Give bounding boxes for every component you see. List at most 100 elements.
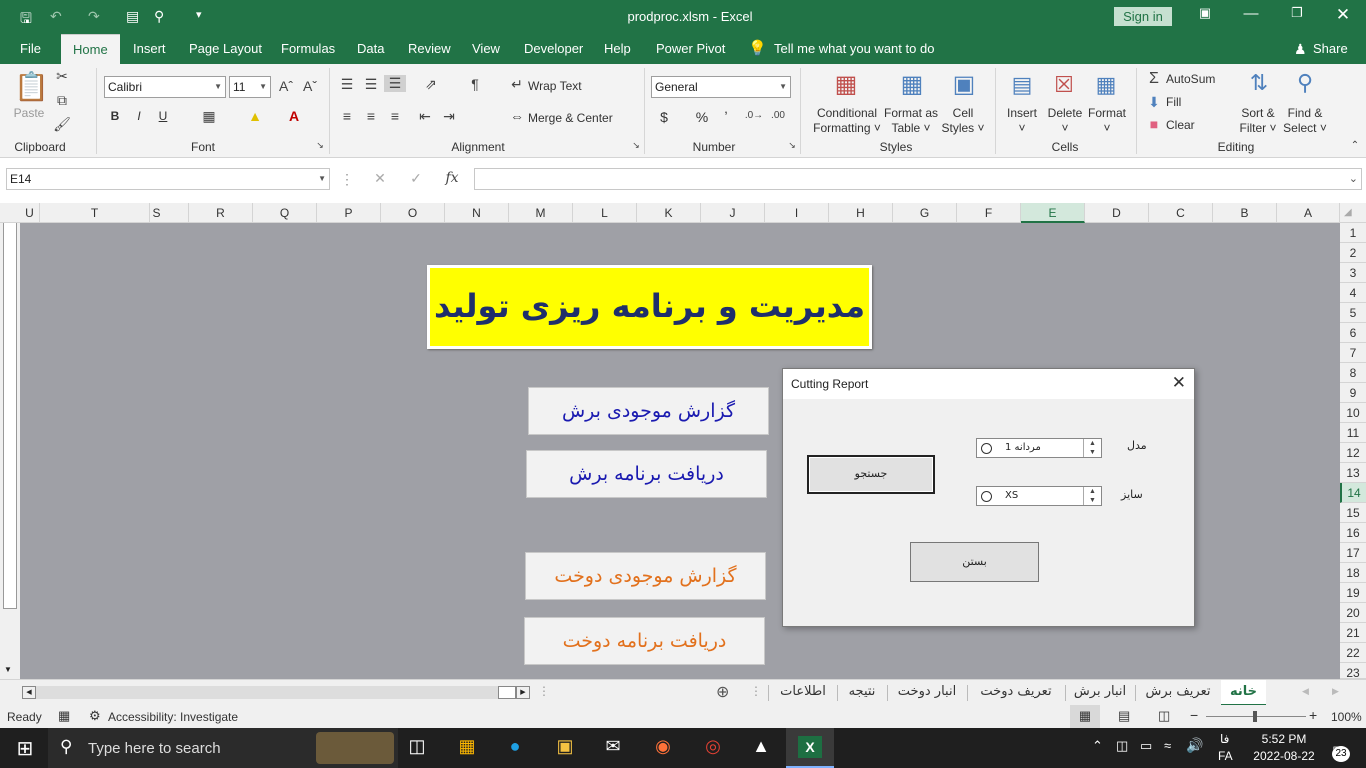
row-header[interactable]: 6: [1340, 323, 1366, 343]
column-header[interactable]: B: [1213, 203, 1277, 223]
excel-taskbar-button[interactable]: X: [786, 728, 834, 768]
format-painter-icon[interactable]: 🖌: [52, 116, 72, 133]
zoom-out-icon[interactable]: −: [1190, 707, 1198, 723]
row-header[interactable]: 18: [1340, 563, 1366, 583]
font-dialog-launcher-icon[interactable]: ↘: [314, 140, 326, 151]
format-as-table-button[interactable]: Format as Table ˅: [880, 106, 942, 136]
accessibility-status[interactable]: Accessibility: Investigate: [108, 710, 238, 724]
collapse-ribbon-icon[interactable]: ⌃: [1348, 140, 1362, 151]
column-header[interactable]: O: [381, 203, 445, 223]
bold-button[interactable]: B: [108, 109, 122, 124]
align-bottom-icon[interactable]: ☰: [384, 75, 406, 92]
undo-icon[interactable]: ↶: [50, 8, 62, 25]
save-icon[interactable]: 🖫: [20, 8, 32, 32]
column-header[interactable]: G: [893, 203, 957, 223]
network-icon[interactable]: ≈: [1164, 738, 1171, 753]
horizontal-scroll-track[interactable]: [36, 686, 498, 699]
fill-button[interactable]: Fill: [1166, 95, 1181, 109]
row-header[interactable]: 8: [1340, 363, 1366, 383]
photos-icon[interactable]: ▲: [748, 736, 774, 760]
model-spinner[interactable]: مردانه 1 ▲ ▼: [976, 438, 1102, 458]
column-header[interactable]: K: [637, 203, 701, 223]
row-header[interactable]: 10: [1340, 403, 1366, 423]
share-button[interactable]: Share: [1313, 34, 1348, 64]
decrease-decimal-icon[interactable]: .00: [768, 110, 788, 121]
dialog-close-icon[interactable]: ✕: [1172, 373, 1186, 393]
shrink-font-icon[interactable]: Aˇ: [302, 78, 318, 94]
increase-decimal-icon[interactable]: .0→: [744, 110, 764, 121]
align-top-icon[interactable]: ☰: [338, 76, 356, 93]
borders-icon[interactable]: ▦: [200, 108, 218, 125]
font-color-icon[interactable]: A: [285, 108, 303, 124]
sheet-tab-info[interactable]: اطلاعات: [770, 680, 836, 706]
column-header[interactable]: F: [957, 203, 1021, 223]
sheet-tab-cutting-warehouse[interactable]: انبار برش: [1066, 680, 1134, 706]
close-dialog-button[interactable]: بستن: [910, 542, 1039, 582]
tab-developer[interactable]: Developer: [524, 34, 583, 64]
tab-home[interactable]: Home: [61, 34, 120, 64]
align-right-icon[interactable]: ≡: [386, 108, 404, 124]
search-button[interactable]: جستجو: [807, 455, 935, 494]
autosum-button[interactable]: AutoSum: [1166, 72, 1215, 86]
firefox-icon[interactable]: ◉: [650, 736, 676, 760]
number-dialog-launcher-icon[interactable]: ↘: [786, 140, 798, 151]
new-sheet-icon[interactable]: ⊕: [716, 682, 729, 702]
column-header[interactable]: S: [125, 203, 189, 223]
merge-center-button[interactable]: Merge & Center: [528, 111, 613, 125]
font-size-select[interactable]: 11 ▼: [229, 76, 271, 98]
volume-icon[interactable]: 🔊: [1186, 737, 1203, 754]
normal-view-icon[interactable]: ▦: [1070, 705, 1100, 728]
clock-time[interactable]: 5:52 PM: [1252, 732, 1316, 746]
cut-icon[interactable]: ✂: [52, 68, 72, 85]
row-header-selected[interactable]: 14: [1340, 483, 1366, 503]
row-header[interactable]: 16: [1340, 523, 1366, 543]
percent-button[interactable]: %: [694, 110, 710, 125]
tab-insert[interactable]: Insert: [133, 34, 166, 64]
align-left-icon[interactable]: ≡: [338, 108, 356, 124]
insert-cells-button[interactable]: Insert ˅: [1002, 106, 1042, 136]
tab-page-layout[interactable]: Page Layout: [189, 34, 262, 64]
tab-splitter-2-icon[interactable]: ⋮: [750, 684, 762, 698]
copy-icon[interactable]: ⧉: [52, 92, 72, 109]
row-header[interactable]: 21: [1340, 623, 1366, 643]
edge-icon[interactable]: ●: [502, 736, 528, 760]
sewing-inventory-report-button[interactable]: گزارش موجودی دوخت: [525, 552, 766, 600]
clock-date[interactable]: 2022-08-22: [1246, 749, 1322, 763]
minimize-icon[interactable]: —: [1236, 5, 1266, 22]
insert-function-button[interactable]: fx: [442, 170, 462, 186]
file-explorer-icon[interactable]: ▣: [552, 736, 578, 760]
currency-button[interactable]: $: [656, 110, 672, 125]
vertical-scrollbar[interactable]: ▲ ▼: [0, 203, 20, 679]
grow-font-icon[interactable]: Aˆ: [278, 78, 294, 94]
underline-button[interactable]: U: [156, 109, 170, 124]
sheet-tab-result[interactable]: نتیجه: [838, 680, 886, 706]
column-header[interactable]: L: [573, 203, 637, 223]
paste-button[interactable]: Paste: [10, 106, 48, 121]
battery-icon[interactable]: ▭: [1140, 738, 1152, 754]
row-header[interactable]: 13: [1340, 463, 1366, 483]
size-radio[interactable]: [981, 491, 992, 502]
column-header[interactable]: P: [317, 203, 381, 223]
show-hidden-icons-icon[interactable]: ⌃: [1092, 738, 1103, 754]
task-view-icon[interactable]: ◫: [404, 736, 430, 760]
column-header[interactable]: C: [1149, 203, 1213, 223]
row-header[interactable]: 15: [1340, 503, 1366, 523]
windows-start-icon[interactable]: ⊞: [12, 736, 38, 760]
sheet-tab-cutting-definition[interactable]: تعریف برش: [1136, 680, 1220, 706]
row-header[interactable]: 22: [1340, 643, 1366, 663]
alignment-dialog-launcher-icon[interactable]: ↘: [630, 140, 642, 151]
zoom-slider-thumb[interactable]: [1253, 711, 1257, 722]
column-header[interactable]: A: [1277, 203, 1340, 223]
hscroll-left-icon[interactable]: ◀: [22, 686, 36, 699]
sheet-tab-sewing-definition[interactable]: تعریف دوخت: [968, 680, 1064, 706]
confirm-entry-icon[interactable]: ✓: [406, 170, 426, 187]
page-layout-view-icon[interactable]: ▤: [1118, 708, 1130, 724]
name-box[interactable]: E14 ▼: [6, 168, 330, 190]
row-header[interactable]: 11: [1340, 423, 1366, 443]
column-header[interactable]: J: [701, 203, 765, 223]
macro-recording-icon[interactable]: ▦: [58, 708, 70, 724]
tab-view[interactable]: View: [472, 34, 500, 64]
increase-indent-icon[interactable]: ⇥: [440, 108, 458, 125]
model-spin-arrows-icon[interactable]: ▲ ▼: [1083, 439, 1101, 457]
cancel-entry-icon[interactable]: ✕: [370, 170, 390, 187]
